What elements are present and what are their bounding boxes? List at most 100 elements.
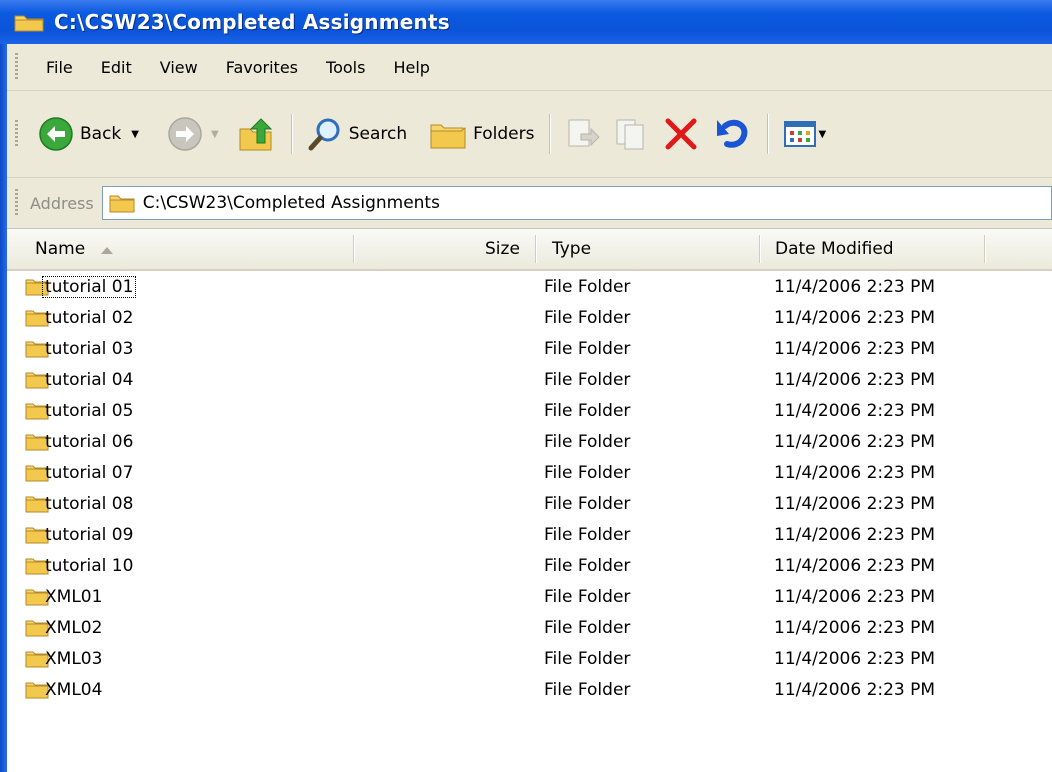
- delete-button[interactable]: [655, 114, 707, 154]
- undo-button[interactable]: [707, 114, 759, 154]
- file-row[interactable]: tutorial 10 File Folder 11/4/2006 2:23 P…: [7, 551, 1052, 582]
- folders-button[interactable]: Folders: [423, 114, 540, 154]
- file-name: tutorial 05: [45, 401, 134, 421]
- file-type: File Folder: [544, 339, 631, 359]
- search-label: Search: [348, 124, 408, 144]
- file-name: tutorial 04: [45, 370, 134, 390]
- delete-icon: [665, 118, 696, 150]
- back-button[interactable]: Back ▼: [32, 114, 145, 154]
- file-date: 11/4/2006 2:23 PM: [774, 649, 936, 669]
- file-row[interactable]: XML01 File Folder 11/4/2006 2:23 PM: [7, 582, 1052, 613]
- copy-to-button[interactable]: [607, 114, 655, 154]
- column-size-label: Size: [485, 239, 520, 259]
- copy-to-icon: [616, 119, 643, 150]
- column-header-date[interactable]: Date Modified: [775, 229, 894, 269]
- file-row[interactable]: tutorial 04 File Folder 11/4/2006 2:23 P…: [7, 365, 1052, 396]
- toolbar-grip[interactable]: [15, 120, 18, 148]
- sort-ascending-icon: [100, 247, 113, 254]
- file-row[interactable]: XML03 File Folder 11/4/2006 2:23 PM: [7, 644, 1052, 675]
- file-date: 11/4/2006 2:23 PM: [774, 370, 936, 390]
- views-dropdown-icon[interactable]: ▼: [819, 129, 827, 140]
- back-dropdown-icon[interactable]: ▼: [131, 129, 139, 140]
- column-type-label: Type: [552, 239, 592, 259]
- forward-button[interactable]: ▼: [161, 114, 225, 154]
- toolbar-separator: [548, 114, 551, 154]
- column-header-name[interactable]: Name: [35, 229, 355, 269]
- file-date: 11/4/2006 2:23 PM: [774, 463, 936, 483]
- file-type: File Folder: [544, 432, 631, 452]
- views-button[interactable]: ▼: [777, 114, 833, 154]
- file-name: XML04: [45, 680, 103, 700]
- file-row[interactable]: tutorial 09 File Folder 11/4/2006 2:23 P…: [7, 520, 1052, 551]
- file-row[interactable]: tutorial 03 File Folder 11/4/2006 2:23 P…: [7, 334, 1052, 365]
- file-name: tutorial 01: [41, 272, 137, 303]
- search-button[interactable]: Search: [301, 114, 413, 154]
- file-type: File Folder: [544, 401, 631, 421]
- up-folder-button[interactable]: [231, 114, 283, 154]
- file-type: File Folder: [544, 308, 631, 328]
- file-row[interactable]: tutorial 08 File Folder 11/4/2006 2:23 P…: [7, 489, 1052, 520]
- column-divider[interactable]: [535, 235, 537, 263]
- file-row[interactable]: XML02 File Folder 11/4/2006 2:23 PM: [7, 613, 1052, 644]
- column-header-bar: Name Size Type Date Modified: [7, 229, 1052, 271]
- menu-tools[interactable]: Tools: [312, 58, 379, 77]
- folder-icon: [109, 195, 135, 213]
- column-name-label: Name: [35, 239, 86, 259]
- file-row[interactable]: tutorial 02 File Folder 11/4/2006 2:23 P…: [7, 303, 1052, 334]
- file-row[interactable]: tutorial 07 File Folder 11/4/2006 2:23 P…: [7, 458, 1052, 489]
- column-header-type[interactable]: Type: [552, 229, 591, 269]
- address-grip[interactable]: [15, 189, 18, 217]
- file-type: File Folder: [544, 525, 631, 545]
- address-bar: Address C:\CSW23\Completed Assignments: [7, 178, 1052, 229]
- file-date: 11/4/2006 2:23 PM: [774, 339, 936, 359]
- column-divider[interactable]: [759, 235, 761, 263]
- file-date: 11/4/2006 2:23 PM: [774, 587, 936, 607]
- undo-icon: [716, 119, 747, 148]
- folders-label: Folders: [473, 124, 535, 144]
- column-divider[interactable]: [353, 235, 355, 263]
- file-date: 11/4/2006 2:23 PM: [774, 277, 936, 297]
- column-divider[interactable]: [984, 235, 986, 263]
- menu-file[interactable]: File: [32, 58, 87, 77]
- forward-arrow-icon: [168, 117, 202, 151]
- column-header-size[interactable]: Size: [485, 229, 520, 269]
- file-row[interactable]: tutorial 01 File Folder 11/4/2006 2:23 P…: [7, 272, 1052, 303]
- file-row[interactable]: tutorial 05 File Folder 11/4/2006 2:23 P…: [7, 396, 1052, 427]
- move-to-icon: [568, 119, 600, 147]
- title-bar[interactable]: C:\CSW23\Completed Assignments: [0, 0, 1052, 44]
- toolbar-separator: [290, 114, 293, 154]
- menu-bar: File Edit View Favorites Tools Help: [7, 44, 1052, 91]
- file-name: tutorial 09: [45, 525, 134, 545]
- forward-dropdown-icon[interactable]: ▼: [211, 129, 219, 140]
- folders-icon: [430, 124, 466, 149]
- file-row[interactable]: XML04 File Folder 11/4/2006 2:23 PM: [7, 675, 1052, 706]
- back-arrow-icon: [39, 117, 73, 151]
- file-name: tutorial 06: [45, 432, 134, 452]
- file-type: File Folder: [544, 494, 631, 514]
- menu-favorites[interactable]: Favorites: [212, 58, 312, 77]
- address-label: Address: [30, 193, 94, 213]
- file-name: tutorial 03: [45, 339, 134, 359]
- address-field[interactable]: C:\CSW23\Completed Assignments: [101, 186, 1052, 220]
- file-type: File Folder: [544, 463, 631, 483]
- file-date: 11/4/2006 2:23 PM: [774, 308, 936, 328]
- file-name-text: tutorial 01: [41, 276, 137, 298]
- file-name: tutorial 07: [45, 463, 134, 483]
- menu-grip[interactable]: [15, 53, 18, 81]
- folder-icon: [14, 15, 44, 32]
- standard-toolbar: Back ▼ ▼ Search Folders ▼: [7, 91, 1052, 178]
- menu-view[interactable]: View: [146, 58, 212, 77]
- toolbar-separator: [766, 114, 769, 154]
- file-date: 11/4/2006 2:23 PM: [774, 432, 936, 452]
- file-type: File Folder: [544, 587, 631, 607]
- file-type: File Folder: [544, 370, 631, 390]
- file-date: 11/4/2006 2:23 PM: [774, 494, 936, 514]
- menu-edit[interactable]: Edit: [87, 58, 146, 77]
- move-to-button[interactable]: [559, 114, 607, 154]
- file-type: File Folder: [544, 556, 631, 576]
- file-row[interactable]: tutorial 06 File Folder 11/4/2006 2:23 P…: [7, 427, 1052, 458]
- menu-help[interactable]: Help: [379, 58, 443, 77]
- file-date: 11/4/2006 2:23 PM: [774, 401, 936, 421]
- file-name: XML02: [45, 618, 103, 638]
- file-name: tutorial 02: [45, 308, 134, 328]
